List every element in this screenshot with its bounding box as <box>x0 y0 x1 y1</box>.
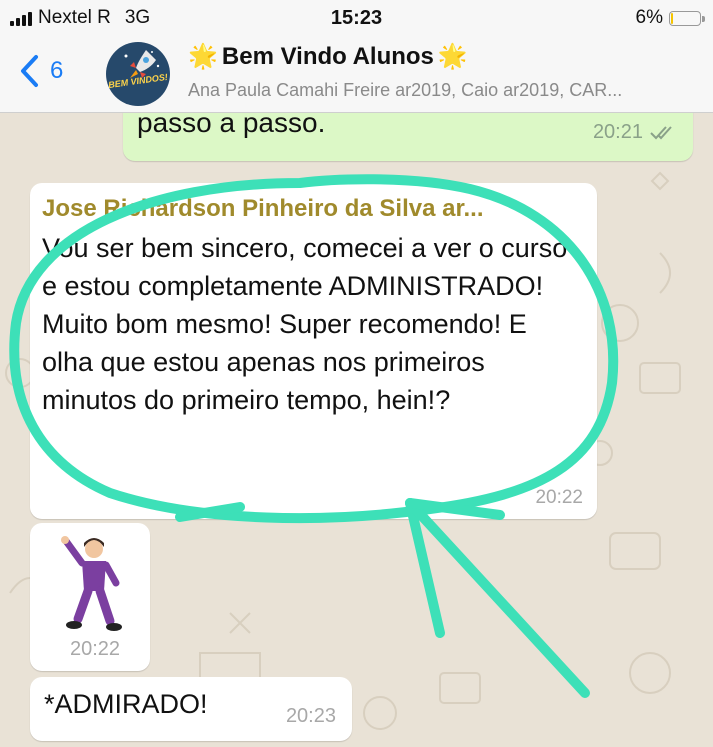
battery-percent: 6% <box>635 7 663 28</box>
chevron-left-icon <box>21 55 38 87</box>
message-time: 20:21 <box>592 121 643 143</box>
dancer-emoji-icon <box>61 536 122 631</box>
battery-info: 6% <box>635 7 705 29</box>
message-text: Vou ser bem sincero, comecei a ver o cur… <box>42 233 568 415</box>
chat-area[interactable]: passo a passo. 20:21 Jose Richardson Pin… <box>0 113 713 747</box>
message-time: 20:22 <box>70 638 121 660</box>
battery-level <box>671 12 673 24</box>
message-text: *ADMIRADO! <box>44 689 208 719</box>
back-button[interactable]: 6 <box>18 54 63 88</box>
message-meta: 20:21 <box>593 121 677 144</box>
battery-icon <box>669 10 705 26</box>
message-text: passo a passo. <box>137 113 326 138</box>
chat-header: 6 BEM VINDOS! 🌟 Bem Vindo Alunos 🌟 Ana P… <box>0 36 713 113</box>
group-avatar[interactable]: BEM VINDOS! <box>106 42 170 106</box>
group-title-row[interactable]: 🌟 Bem Vindo Alunos 🌟 <box>188 42 468 71</box>
double-check-icon <box>650 125 672 139</box>
star-emoji-left: 🌟 <box>188 43 218 70</box>
message-time: 20:22 <box>535 487 583 508</box>
sender-name[interactable]: Jose Richardson Pinheiro da Silva ar... <box>42 195 582 223</box>
message-time: 20:23 <box>285 705 336 727</box>
incoming-message[interactable]: Jose Richardson Pinheiro da Silva ar... … <box>30 183 597 519</box>
correction-message[interactable]: *ADMIRADO! 20:23 <box>30 677 352 741</box>
star-emoji-right: 🌟 <box>437 43 468 70</box>
outgoing-message[interactable]: passo a passo. 20:21 <box>123 113 693 161</box>
group-title: Bem Vindo Alunos <box>221 42 434 70</box>
clock: 15:23 <box>330 7 383 29</box>
group-members[interactable]: Ana Paula Camahi Freire ar2019, Caio ar2… <box>188 80 688 101</box>
unread-count: 6 <box>50 57 64 84</box>
sticker-message[interactable]: 20:22 <box>30 523 150 671</box>
status-bar: Nextel R 3G 15:23 6% <box>0 0 713 36</box>
